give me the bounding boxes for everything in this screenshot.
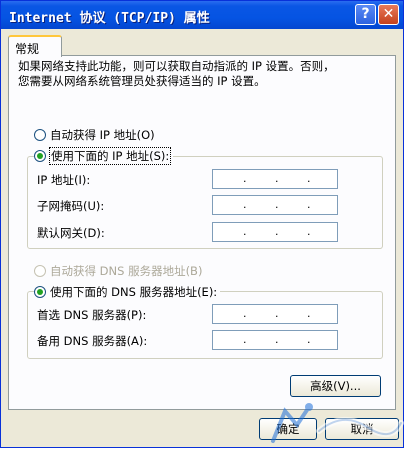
ip-address-dot: . [275, 172, 279, 185]
preferred-dns-label: 首选 DNS 服务器(P): [37, 308, 147, 322]
preferred-dns-dot: . [243, 307, 247, 320]
alternate-dns-dot: . [275, 333, 279, 346]
radio-auto-dns-circle[interactable] [34, 265, 46, 277]
title-bar[interactable]: Internet 协议 (TCP/IP) 属性 ? ✕ [1, 1, 403, 29]
help-button[interactable]: ? [355, 4, 376, 25]
default-gateway-dot: . [307, 225, 311, 238]
default-gateway-dot: . [243, 225, 247, 238]
radio-manual-ip-circle[interactable] [34, 150, 46, 162]
radio-auto-ip-circle[interactable] [34, 129, 46, 141]
radio-auto-ip-label: 自动获得 IP 地址(O) [50, 128, 155, 142]
description-text: 如果网络支持此功能，则可以获取自动指派的 IP 设置。否则， 您需要从网络系统管… [18, 59, 335, 88]
default-gateway-input[interactable]: . . . [212, 222, 338, 242]
default-gateway-label: 默认网关(D): [37, 226, 105, 240]
radio-auto-ip[interactable]: 自动获得 IP 地址(O) [34, 127, 155, 143]
dialog-window: Internet 协议 (TCP/IP) 属性 ? ✕ 常规 如果网络支持此功能… [0, 0, 404, 448]
radio-manual-dns[interactable]: 使用下面的 DNS 服务器地址(E): [34, 284, 221, 300]
ip-address-dot: . [243, 172, 247, 185]
close-button[interactable]: ✕ [378, 4, 399, 25]
subnet-mask-dot: . [275, 198, 279, 211]
radio-manual-ip[interactable]: 使用下面的 IP 地址(S): [34, 147, 174, 165]
ip-address-input[interactable]: . . . [212, 169, 338, 189]
preferred-dns-dot: . [275, 307, 279, 320]
alternate-dns-label: 备用 DNS 服务器(A): [37, 334, 148, 348]
tab-general[interactable]: 常规 [8, 35, 62, 57]
window-title: Internet 协议 (TCP/IP) 属性 [9, 11, 210, 26]
radio-auto-dns-label: 自动获得 DNS 服务器地址(B) [50, 264, 203, 278]
subnet-mask-label: 子网掩码(U): [37, 199, 105, 213]
subnet-mask-input[interactable]: . . . [212, 195, 338, 215]
radio-auto-dns[interactable]: 自动获得 DNS 服务器地址(B) [34, 263, 202, 279]
alternate-dns-input[interactable]: . . . [212, 330, 338, 350]
radio-manual-dns-circle[interactable] [34, 286, 46, 298]
ip-address-label: IP 地址(I): [37, 173, 91, 187]
radio-manual-dns-label: 使用下面的 DNS 服务器地址(E): [50, 285, 218, 299]
watermark-logo [271, 403, 404, 443]
alternate-dns-dot: . [307, 333, 311, 346]
default-gateway-dot: . [275, 225, 279, 238]
subnet-mask-dot: . [307, 198, 311, 211]
preferred-dns-input[interactable]: . . . [212, 304, 338, 324]
ip-address-dot: . [307, 172, 311, 185]
alternate-dns-dot: . [243, 333, 247, 346]
advanced-button[interactable]: 高级(V)... [290, 375, 381, 397]
tab-general-label: 常规 [15, 42, 40, 56]
radio-manual-ip-label: 使用下面的 IP 地址(S): [48, 147, 172, 165]
preferred-dns-dot: . [307, 307, 311, 320]
subnet-mask-dot: . [243, 198, 247, 211]
